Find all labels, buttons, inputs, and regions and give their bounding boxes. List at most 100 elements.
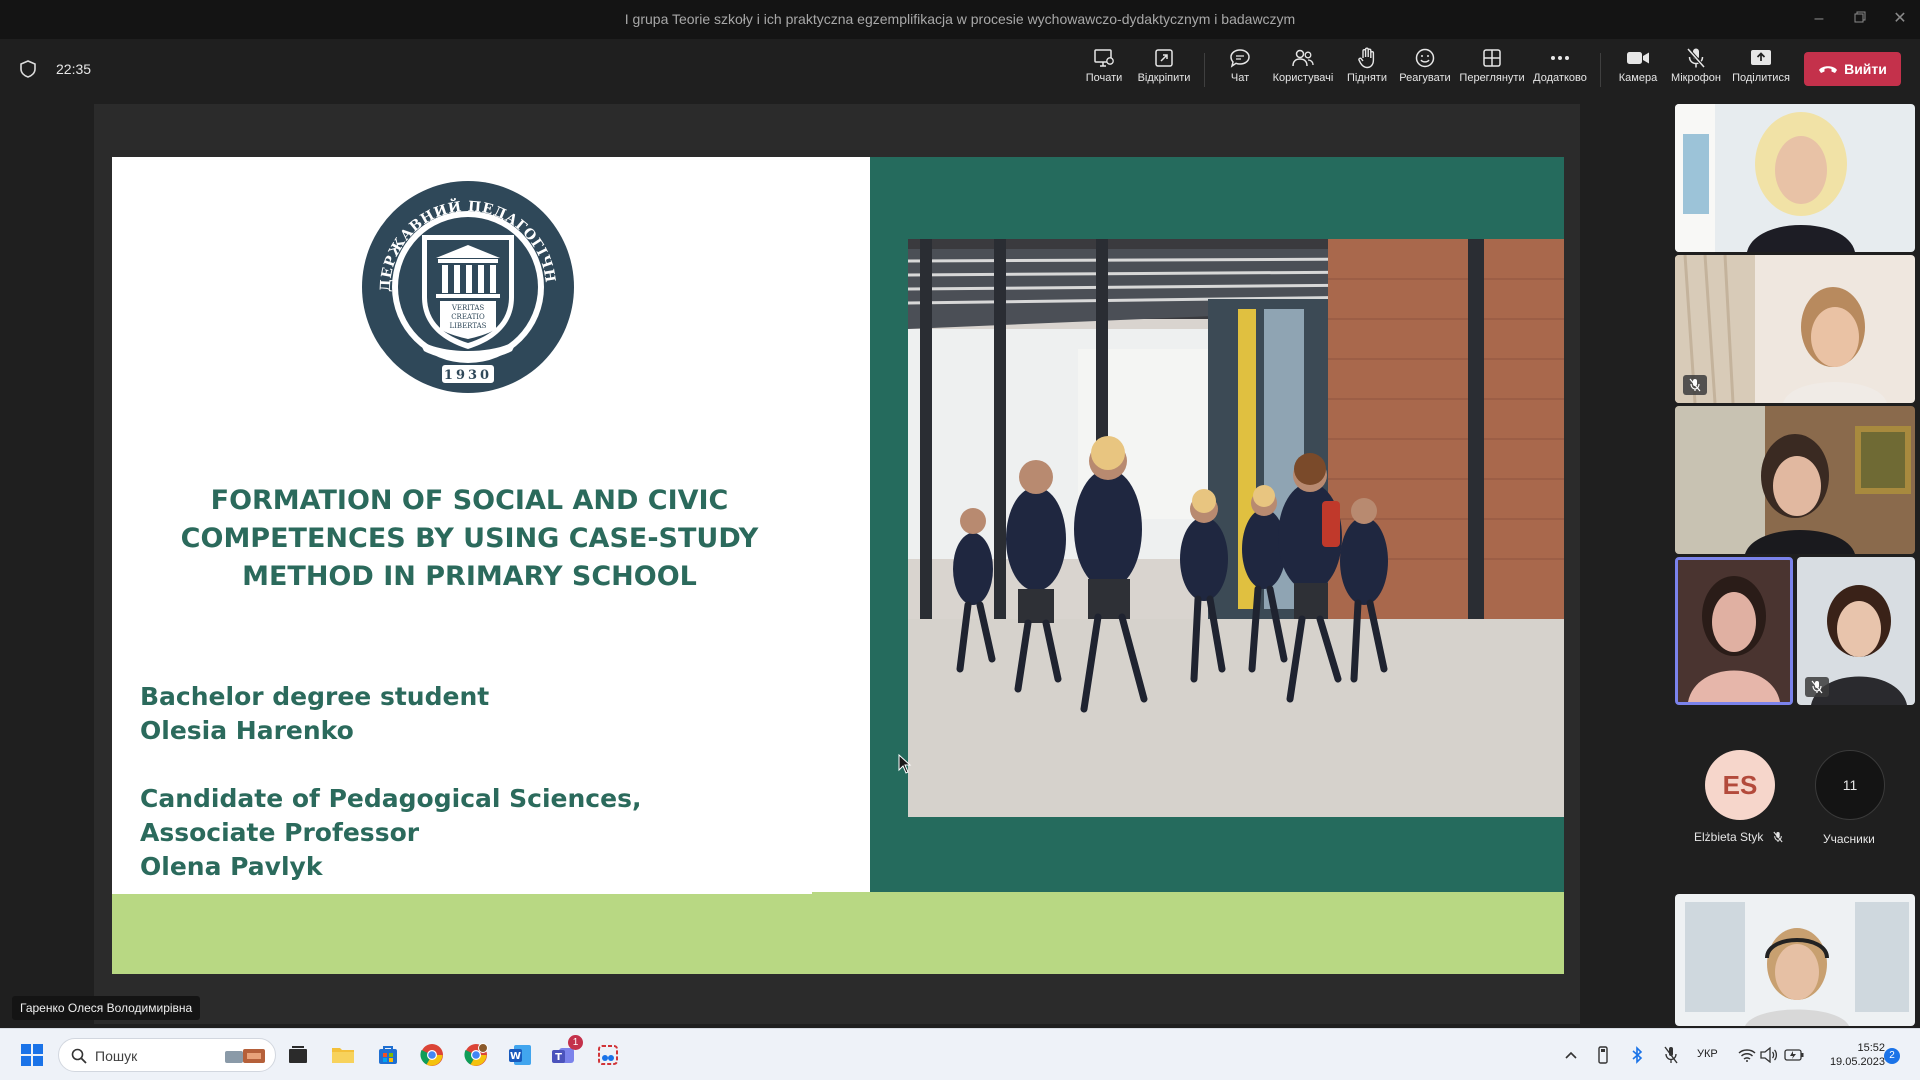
participant-video-tile[interactable] [1675,894,1915,1026]
participant-avatar[interactable]: ES [1705,750,1775,820]
chrome-profile-button[interactable] [460,1039,492,1071]
start-recording-button[interactable]: Почати [1082,45,1126,95]
search-highlight-icon [225,1049,265,1063]
search-icon [71,1048,87,1064]
windows-taskbar: Пошук W T 1 УКР 15:52 19.05.2023 2 [0,1028,1920,1080]
restore-button[interactable] [1845,4,1875,34]
start-recording-icon [1094,49,1114,67]
task-view-button[interactable] [282,1039,314,1071]
camera-button[interactable]: Камера [1616,45,1660,95]
leave-label: Вийти [1844,61,1887,77]
logo-motto-3: LIBERTAS [450,322,487,330]
notification-badge[interactable]: 2 [1884,1048,1900,1064]
taskbar-time: 15:52 [1857,1042,1885,1054]
slide-bottom-band [112,892,1564,974]
view-label: Переглянути [1459,72,1525,84]
chrome-icon [464,1043,488,1066]
store-icon [379,1046,397,1064]
meeting-title: I grupa Teorie szkoły i ich praktyczna e… [624,11,1296,27]
tray-mic-button[interactable] [1658,1039,1684,1071]
logo-year: 1930 [444,368,492,383]
meeting-timer: 22:35 [56,61,92,77]
leave-button[interactable]: Вийти [1804,52,1901,86]
people-icon [1292,49,1314,67]
bluetooth-icon [1632,1046,1643,1064]
more-icon [1551,56,1569,60]
word-button[interactable]: W [504,1039,536,1071]
unpin-label: Відкріпити [1137,72,1191,84]
student-author-block: Bachelor degree student Olesia Harenko [140,680,489,748]
mic-off-icon [1686,47,1706,69]
mic-off-icon [1773,831,1783,843]
share-button[interactable]: Поділитися [1730,45,1792,95]
author-line: Olena Pavlyk [140,852,323,881]
tray-volume-button[interactable] [1756,1039,1782,1071]
task-view-icon [289,1046,307,1063]
svg-text:T: T [555,1052,562,1063]
snipping-tool-button[interactable] [592,1039,624,1071]
view-button[interactable]: Переглянути [1459,45,1525,95]
tray-battery-button[interactable] [1781,1039,1807,1071]
store-button[interactable] [372,1039,404,1071]
chat-button[interactable]: Чат [1222,45,1258,95]
people-button[interactable]: Користувачі [1270,45,1336,95]
participant-video [1675,894,1915,1026]
word-icon: W [509,1045,531,1065]
start-recording-label: Почати [1085,72,1123,84]
usb-drive-icon [1598,1046,1608,1064]
presenter-name-tag: Гаренко Олеся Володимирівна [12,996,201,1020]
mic-off-icon [1811,680,1823,694]
participant-video-tile[interactable] [1675,104,1915,252]
participant-video-tile[interactable] [1675,255,1915,403]
meeting-toolbar: 22:35 Почати Відкріпити Чат Користувачі … [0,39,1920,98]
microphone-label: Мікрофон [1671,72,1721,84]
participant-video [1675,406,1915,554]
participant-video-tile[interactable] [1675,406,1915,554]
mic-off-icon [1664,1046,1678,1064]
chrome-button[interactable] [416,1039,448,1071]
tray-overflow-button[interactable] [1558,1039,1584,1071]
unpin-icon [1155,49,1173,67]
react-label: Реагувати [1399,72,1451,84]
camera-label: Камера [1618,72,1658,84]
wifi-icon [1738,1049,1756,1062]
camera-icon [1627,52,1649,64]
share-label: Поділитися [1732,72,1790,84]
window-title-bar: I grupa Teorie szkoły i ich praktyczna e… [0,0,1920,39]
logo-motto-2: CREATIO [451,313,485,321]
more-participants-button[interactable]: 11 [1815,750,1885,820]
input-language-indicator[interactable]: УКР [1697,1048,1718,1060]
chevron-up-icon [1565,1051,1577,1059]
teams-button[interactable]: T 1 [548,1035,583,1071]
taskbar-clock[interactable]: 15:52 19.05.2023 [1815,1041,1885,1069]
restore-icon [1854,11,1866,23]
participant-video-tile[interactable] [1797,557,1915,705]
more-button[interactable]: Додатково [1532,45,1588,95]
chrome-icon [420,1044,443,1066]
folder-icon [332,1048,354,1063]
more-label: Додатково [1533,72,1587,84]
taskbar-search[interactable]: Пошук [58,1038,276,1072]
start-button[interactable] [16,1039,48,1071]
muted-badge [1805,677,1829,697]
raise-hand-button[interactable]: Підняти [1346,45,1388,95]
more-participants-label: Учасники [1823,832,1875,846]
close-button[interactable]: ✕ [1885,4,1915,34]
minimize-button[interactable]: – [1804,4,1834,34]
logo-motto-1: VERITAS [451,304,485,312]
author-line: Olesia Harenko [140,716,354,745]
microphone-button[interactable]: Мікрофон [1670,45,1722,95]
react-button[interactable]: Реагувати [1398,45,1452,95]
tray-usb-button[interactable] [1590,1039,1616,1071]
tray-bluetooth-button[interactable] [1624,1039,1650,1071]
share-icon [1751,50,1771,65]
active-speaker-tile[interactable] [1675,557,1793,705]
raise-hand-label: Підняти [1347,72,1387,84]
file-explorer-button[interactable] [327,1039,359,1071]
unpin-button[interactable]: Відкріпити [1134,45,1194,95]
windows-logo-icon [21,1044,43,1066]
teams-badge: 1 [568,1035,583,1050]
snipping-tool-icon [598,1045,618,1065]
slide-title: FORMATION OF SOCIAL AND CIVIC COMPETENCE… [152,482,787,596]
svg-text:W: W [510,1051,521,1062]
